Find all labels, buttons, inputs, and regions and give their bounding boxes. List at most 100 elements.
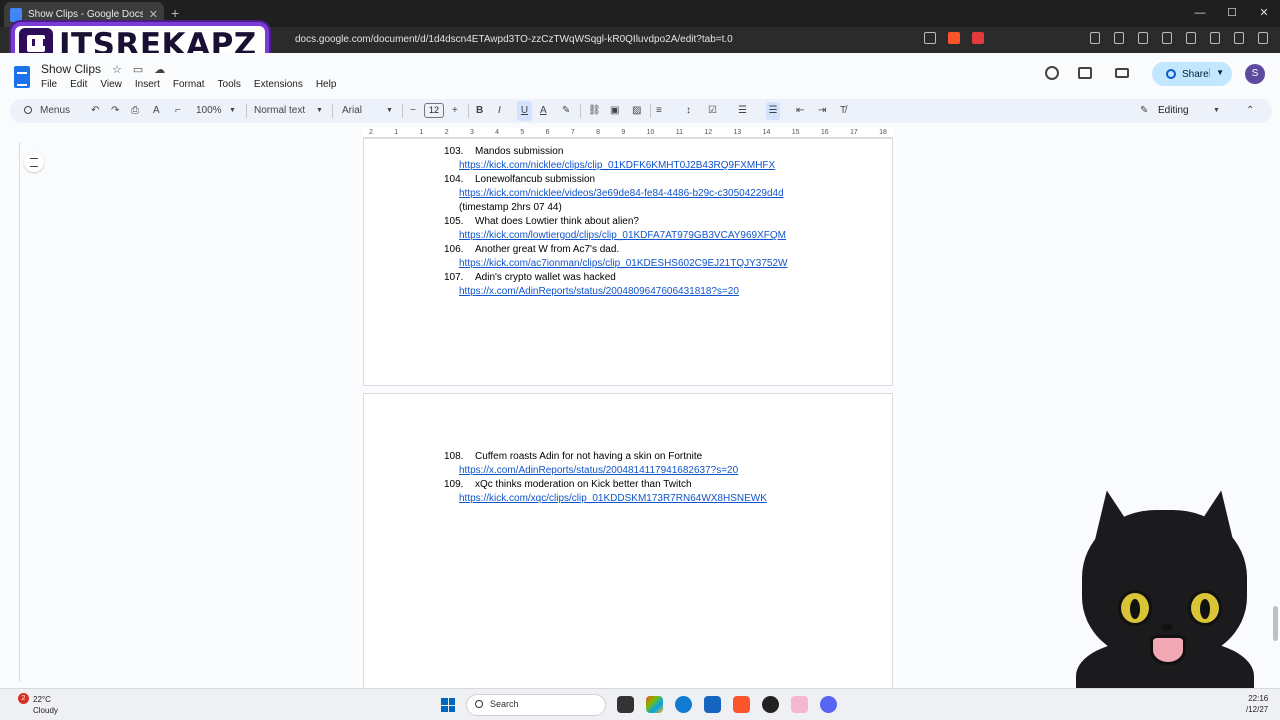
brave-icon[interactable] bbox=[733, 696, 750, 713]
paint-format-icon[interactable]: ⌐ bbox=[175, 99, 181, 123]
zoom-select[interactable]: 100% bbox=[196, 99, 222, 123]
screenshot-icon[interactable] bbox=[1114, 32, 1124, 44]
underline-icon[interactable]: U bbox=[517, 101, 532, 121]
list-item[interactable]: 109. xQc thinks moderation on Kick better… bbox=[444, 478, 767, 492]
decrease-indent-icon[interactable]: ⇤ bbox=[796, 99, 804, 123]
style-select[interactable]: Normal text bbox=[254, 99, 305, 123]
list-item[interactable]: 105. What does Lowtier think about alien? bbox=[444, 215, 787, 229]
cloud-saved-icon[interactable]: ☁ bbox=[154, 63, 165, 76]
app-icon[interactable] bbox=[791, 696, 808, 713]
tab-close-icon[interactable]: ✕ bbox=[149, 8, 158, 21]
menu-tools[interactable]: Tools bbox=[218, 79, 241, 90]
ruler-tick: 16 bbox=[820, 129, 829, 136]
collapse-menus-icon[interactable]: ⌃ bbox=[1246, 99, 1254, 123]
increase-font-icon[interactable]: + bbox=[452, 99, 458, 123]
decrease-font-icon[interactable]: − bbox=[410, 99, 416, 123]
clip-link[interactable]: https://kick.com/nicklee/clips/clip_01KD… bbox=[444, 159, 787, 173]
clip-link[interactable]: https://kick.com/lowtiergod/clips/clip_0… bbox=[444, 229, 787, 243]
font-size-input[interactable]: 12 bbox=[424, 103, 444, 118]
increase-indent-icon[interactable]: ⇥ bbox=[818, 99, 826, 123]
bold-icon[interactable]: B bbox=[476, 99, 483, 123]
wallet-icon[interactable] bbox=[1186, 32, 1196, 44]
outline-icon[interactable] bbox=[24, 152, 44, 172]
checklist-icon[interactable]: ☑ bbox=[708, 99, 717, 123]
meet-icon[interactable] bbox=[1115, 68, 1129, 78]
share-page-icon[interactable] bbox=[924, 32, 936, 44]
clip-link[interactable]: https://x.com/AdinReports/status/2004809… bbox=[444, 285, 787, 299]
docs-logo-icon[interactable] bbox=[14, 66, 30, 88]
list-item[interactable]: 104. Lonewolfancub submission bbox=[444, 173, 787, 187]
star-icon[interactable]: ☆ bbox=[112, 63, 122, 76]
redo-icon[interactable]: ↷ bbox=[111, 99, 119, 123]
new-tab-icon[interactable]: + bbox=[171, 5, 179, 21]
system-clock[interactable]: 22:16 /12/27 bbox=[1246, 693, 1268, 715]
line-spacing-icon[interactable]: ↕ bbox=[686, 99, 691, 123]
extensions-icon[interactable] bbox=[1090, 32, 1100, 44]
edge-icon[interactable] bbox=[675, 696, 692, 713]
windows-logo-icon bbox=[441, 698, 448, 705]
clip-link[interactable]: https://kick.com/nicklee/videos/3e69de84… bbox=[444, 187, 787, 201]
bullet-list-icon[interactable]: ☰ bbox=[738, 99, 747, 123]
list-item[interactable]: 106. Another great W from Ac7's dad. bbox=[444, 243, 787, 257]
menu-icon[interactable] bbox=[1258, 32, 1268, 44]
brave-shields-icon[interactable] bbox=[948, 32, 960, 44]
taskbar-search[interactable]: Search bbox=[466, 694, 606, 716]
share-dropdown-icon[interactable]: ▼ bbox=[1209, 68, 1224, 77]
version-history-icon[interactable] bbox=[1045, 66, 1059, 80]
obs-icon[interactable] bbox=[762, 696, 779, 713]
store-icon[interactable] bbox=[704, 696, 721, 713]
maximize-icon[interactable]: ☐ bbox=[1216, 0, 1248, 27]
numbered-list-icon[interactable]: ☰ bbox=[766, 102, 780, 120]
menu-extensions[interactable]: Extensions bbox=[254, 79, 303, 90]
text-color-icon[interactable]: A bbox=[540, 99, 547, 123]
editing-mode-select[interactable]: Editing bbox=[1158, 99, 1189, 123]
search-menus[interactable]: Menus bbox=[40, 99, 70, 123]
insert-link-icon[interactable]: ⛓ bbox=[588, 99, 601, 123]
start-button[interactable] bbox=[441, 698, 455, 712]
downloads-icon[interactable] bbox=[1234, 32, 1244, 44]
vpn-icon[interactable] bbox=[1210, 32, 1220, 44]
clip-link[interactable]: https://kick.com/ac7ionman/clips/clip_01… bbox=[444, 257, 787, 271]
close-window-icon[interactable]: ✕ bbox=[1248, 0, 1280, 27]
clear-formatting-icon[interactable]: T̸ bbox=[840, 99, 846, 123]
add-comment-icon[interactable]: ▣ bbox=[610, 99, 619, 123]
clip-link[interactable]: https://x.com/AdinReports/status/2004814… bbox=[444, 464, 767, 478]
document-page[interactable]: 103. Mandos submission https://kick.com/ni… bbox=[363, 138, 893, 386]
list-item[interactable]: 103. Mandos submission bbox=[444, 145, 787, 159]
scroll-thumb[interactable] bbox=[1273, 606, 1278, 641]
scrollbar[interactable] bbox=[1272, 128, 1280, 688]
menu-view[interactable]: View bbox=[100, 79, 122, 90]
list-item[interactable]: 107. Adin's crypto wallet was hacked bbox=[444, 271, 787, 285]
share-button[interactable]: Share ▼ bbox=[1152, 62, 1232, 86]
menu-edit[interactable]: Edit bbox=[70, 79, 87, 90]
media-icon[interactable] bbox=[1138, 32, 1148, 44]
menu-insert[interactable]: Insert bbox=[135, 79, 160, 90]
italic-icon[interactable]: I bbox=[498, 99, 501, 123]
minimize-icon[interactable]: — bbox=[1184, 0, 1216, 27]
sidebar-icon[interactable] bbox=[1162, 32, 1172, 44]
brave-rewards-icon[interactable] bbox=[972, 32, 984, 44]
document-page[interactable]: 108. Cuffem roasts Adin for not having a … bbox=[363, 393, 893, 688]
copilot-icon[interactable] bbox=[646, 696, 663, 713]
document-title[interactable]: Show Clips bbox=[41, 62, 101, 76]
move-folder-icon[interactable]: ▭ bbox=[133, 63, 143, 76]
list-item[interactable]: 108. Cuffem roasts Adin for not having a … bbox=[444, 450, 767, 464]
print-icon[interactable]: ⎙ bbox=[131, 99, 139, 123]
file-explorer-icon[interactable] bbox=[617, 696, 634, 713]
spellcheck-icon[interactable]: A bbox=[153, 99, 160, 123]
insert-image-icon[interactable]: ▨ bbox=[632, 99, 641, 123]
avatar[interactable]: S bbox=[1245, 64, 1265, 84]
font-select[interactable]: Arial bbox=[342, 99, 362, 123]
align-icon[interactable]: ≡ bbox=[656, 99, 662, 123]
menu-file[interactable]: File bbox=[41, 79, 57, 90]
menu-format[interactable]: Format bbox=[173, 79, 205, 90]
clip-link[interactable]: https://kick.com/xqc/clips/clip_01KDDSKM… bbox=[444, 492, 767, 506]
discord-icon[interactable] bbox=[820, 696, 837, 713]
highlight-icon[interactable]: ✎ bbox=[562, 99, 570, 123]
url-field[interactable]: docs.google.com/document/d/1d4dscn4ETAwp… bbox=[295, 34, 733, 45]
menu-help[interactable]: Help bbox=[316, 79, 337, 90]
undo-icon[interactable]: ↶ bbox=[91, 99, 99, 123]
ruler-tick: 15 bbox=[791, 129, 800, 136]
comments-icon[interactable] bbox=[1078, 67, 1092, 79]
search-icon[interactable] bbox=[24, 106, 32, 114]
